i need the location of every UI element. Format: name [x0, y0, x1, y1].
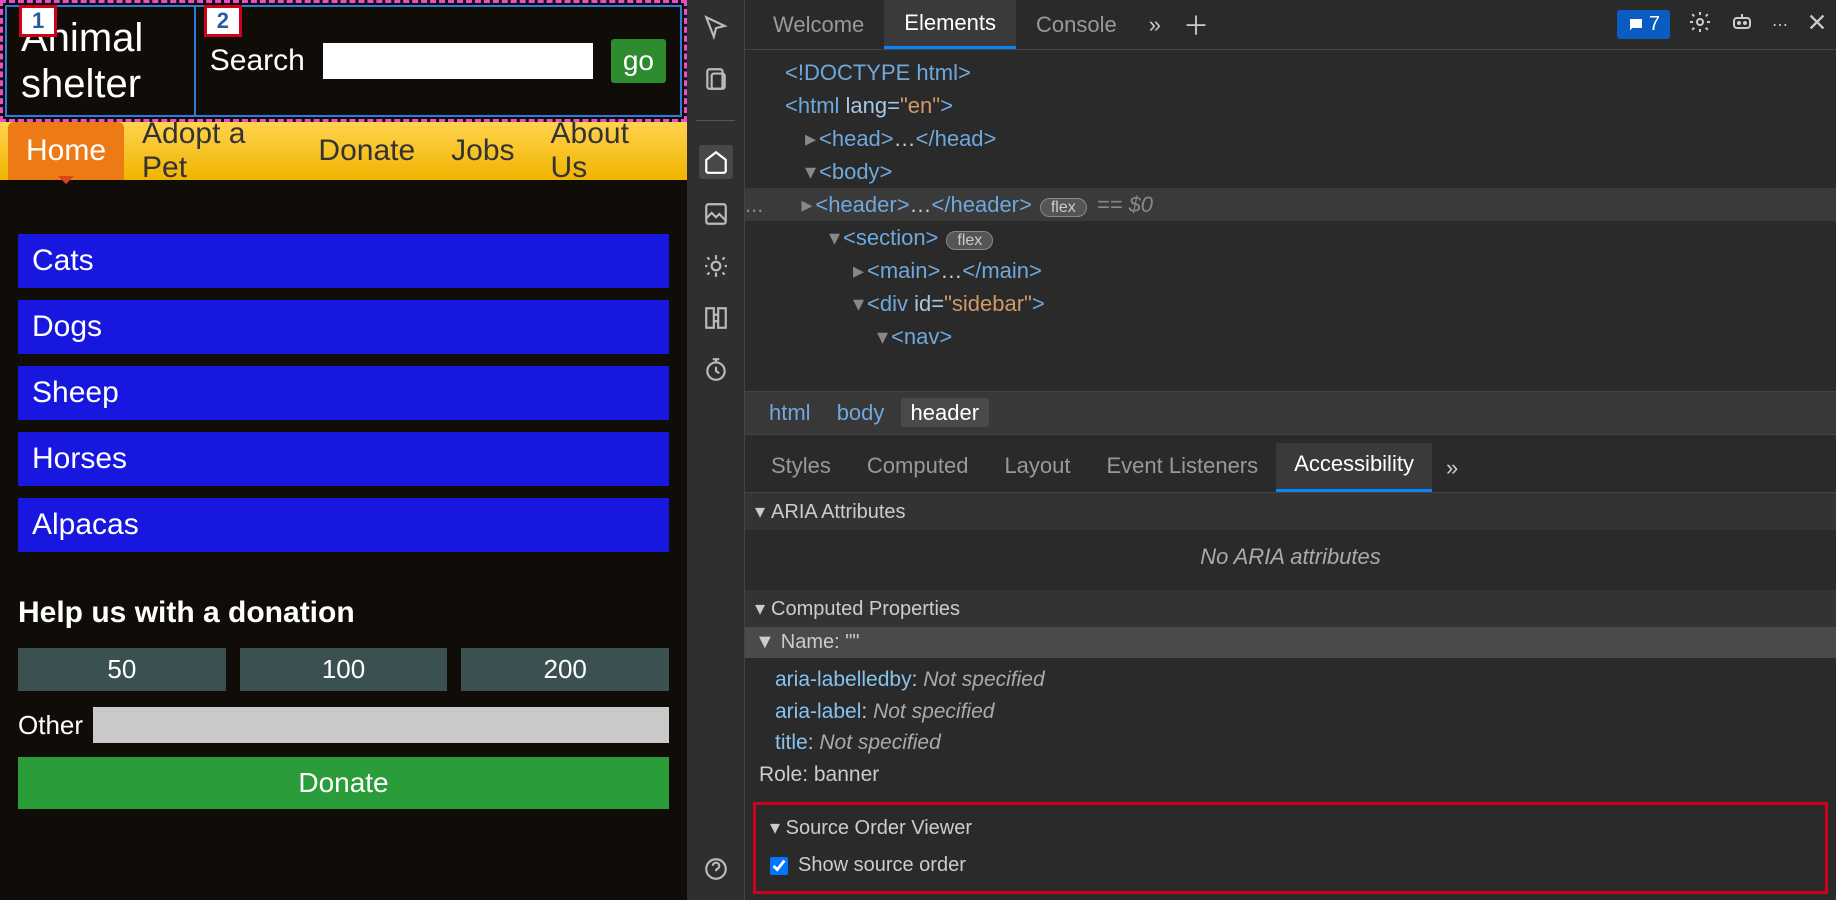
- accessibility-pane: ▾ARIA Attributes No ARIA attributes ▾Com…: [745, 493, 1836, 900]
- donation-amounts: 50 100 200: [18, 648, 669, 691]
- elements-tool-icon[interactable]: [699, 145, 733, 179]
- performance-tool-icon[interactable]: [699, 353, 733, 387]
- nav-item-jobs[interactable]: Jobs: [433, 122, 532, 180]
- dom-tree[interactable]: <!DOCTYPE html> <html lang="en"> ▸<head>…: [745, 50, 1836, 391]
- network-tool-icon[interactable]: [699, 301, 733, 335]
- main-nav: Home Adopt a Pet Donate Jobs About Us: [0, 122, 687, 180]
- category-list: Cats Dogs Sheep Horses Alpacas: [18, 234, 669, 552]
- more-tabs-icon[interactable]: »: [1137, 12, 1173, 38]
- category-cats[interactable]: Cats: [18, 234, 669, 288]
- donation-heading: Help us with a donation: [18, 596, 669, 630]
- nav-item-adopt[interactable]: Adopt a Pet: [124, 122, 300, 180]
- device-emulation-icon[interactable]: [699, 62, 733, 96]
- settings-gear-icon[interactable]: [1688, 10, 1712, 39]
- tab-elements[interactable]: Elements: [884, 0, 1016, 49]
- search-go-button[interactable]: go: [611, 39, 666, 83]
- other-amount-row: Other: [18, 707, 669, 743]
- name-property-row[interactable]: ▼Name: "": [745, 627, 1836, 658]
- flex-badge[interactable]: flex: [1040, 198, 1087, 217]
- page-content: Cats Dogs Sheep Horses Alpacas Help us w…: [0, 180, 687, 827]
- subtab-accessibility[interactable]: Accessibility: [1276, 443, 1432, 492]
- dom-breadcrumb: html body header: [745, 391, 1836, 435]
- flex-badge[interactable]: flex: [946, 231, 993, 250]
- issues-button[interactable]: 7: [1617, 10, 1670, 39]
- donation-section: Help us with a donation 50 100 200 Other…: [18, 596, 669, 809]
- source-order-badge-1: 1: [19, 5, 57, 37]
- nav-item-donate[interactable]: Donate: [300, 122, 433, 180]
- nav-item-about[interactable]: About Us: [533, 122, 679, 180]
- page-header: 1 Animal shelter 2 Search go: [5, 5, 682, 117]
- other-label: Other: [18, 710, 83, 741]
- source-order-overlay: 1 Animal shelter 2 Search go: [0, 0, 687, 122]
- breadcrumb-html[interactable]: html: [759, 398, 821, 427]
- category-horses[interactable]: Horses: [18, 432, 669, 486]
- rendered-page: 1 Animal shelter 2 Search go Home Adopt …: [0, 0, 687, 900]
- activity-bar-divider: [696, 120, 736, 121]
- other-amount-input[interactable]: [93, 707, 669, 743]
- subtab-styles[interactable]: Styles: [753, 445, 849, 491]
- donate-button[interactable]: Donate: [18, 757, 669, 809]
- category-dogs[interactable]: Dogs: [18, 300, 669, 354]
- source-order-viewer-highlighted: ▾ Source Order Viewer Show source order: [753, 802, 1828, 894]
- inspect-element-icon[interactable]: [699, 10, 733, 44]
- show-source-order-checkbox[interactable]: Show source order: [770, 854, 1811, 877]
- category-alpacas[interactable]: Alpacas: [18, 498, 669, 552]
- debug-tool-icon[interactable]: [699, 249, 733, 283]
- subtab-layout[interactable]: Layout: [986, 445, 1088, 491]
- breadcrumb-header[interactable]: header: [901, 398, 990, 427]
- dom-doctype[interactable]: <!DOCTYPE html>: [785, 60, 971, 85]
- search-label: Search: [210, 44, 305, 78]
- issues-count: 7: [1649, 13, 1660, 36]
- devtools-panel: Welcome Elements Console » ＋ 7 ⋯ <!DOCTY…: [687, 0, 1836, 900]
- subtab-event-listeners[interactable]: Event Listeners: [1089, 445, 1277, 491]
- add-tab-icon[interactable]: ＋: [1173, 6, 1219, 43]
- header-search-cell: 2 Search go: [196, 7, 680, 115]
- devtools-tab-bar: Welcome Elements Console » ＋ 7 ⋯: [745, 0, 1836, 50]
- header-title-cell: 1 Animal shelter: [7, 7, 196, 115]
- amount-50[interactable]: 50: [18, 648, 226, 691]
- tab-welcome[interactable]: Welcome: [753, 2, 884, 48]
- amount-100[interactable]: 100: [240, 648, 448, 691]
- copilot-icon[interactable]: [1730, 10, 1754, 39]
- styles-tab-bar: Styles Computed Layout Event Listeners A…: [745, 435, 1836, 493]
- amount-200[interactable]: 200: [461, 648, 669, 691]
- close-devtools-icon[interactable]: [1806, 11, 1828, 38]
- source-order-viewer-header[interactable]: ▾ Source Order Viewer: [770, 815, 1811, 840]
- computed-properties-list: aria-labelledby: Not specified aria-labe…: [745, 658, 1836, 796]
- source-order-badge-2: 2: [204, 5, 242, 37]
- category-sheep[interactable]: Sheep: [18, 366, 669, 420]
- devtools-main: Welcome Elements Console » ＋ 7 ⋯ <!DOCTY…: [745, 0, 1836, 900]
- no-aria-text: No ARIA attributes: [745, 530, 1836, 590]
- breadcrumb-body[interactable]: body: [827, 398, 895, 427]
- chat-icon: [1627, 16, 1645, 34]
- selected-node-indicator: == $0: [1097, 192, 1153, 217]
- more-options-icon[interactable]: ⋯: [1772, 15, 1788, 35]
- aria-attributes-header[interactable]: ▾ARIA Attributes: [745, 493, 1836, 530]
- search-input[interactable]: [323, 43, 593, 79]
- help-icon[interactable]: [699, 852, 733, 886]
- tab-console[interactable]: Console: [1016, 2, 1137, 48]
- subtab-computed[interactable]: Computed: [849, 445, 987, 491]
- show-source-order-input[interactable]: [770, 857, 788, 875]
- more-subtabs-icon[interactable]: »: [1432, 455, 1472, 481]
- computed-properties-header[interactable]: ▾Computed Properties: [745, 590, 1836, 627]
- nav-item-home[interactable]: Home: [8, 122, 124, 180]
- image-tool-icon[interactable]: [699, 197, 733, 231]
- tab-bar-right: 7 ⋯: [1617, 10, 1828, 39]
- activity-bar: [687, 0, 745, 900]
